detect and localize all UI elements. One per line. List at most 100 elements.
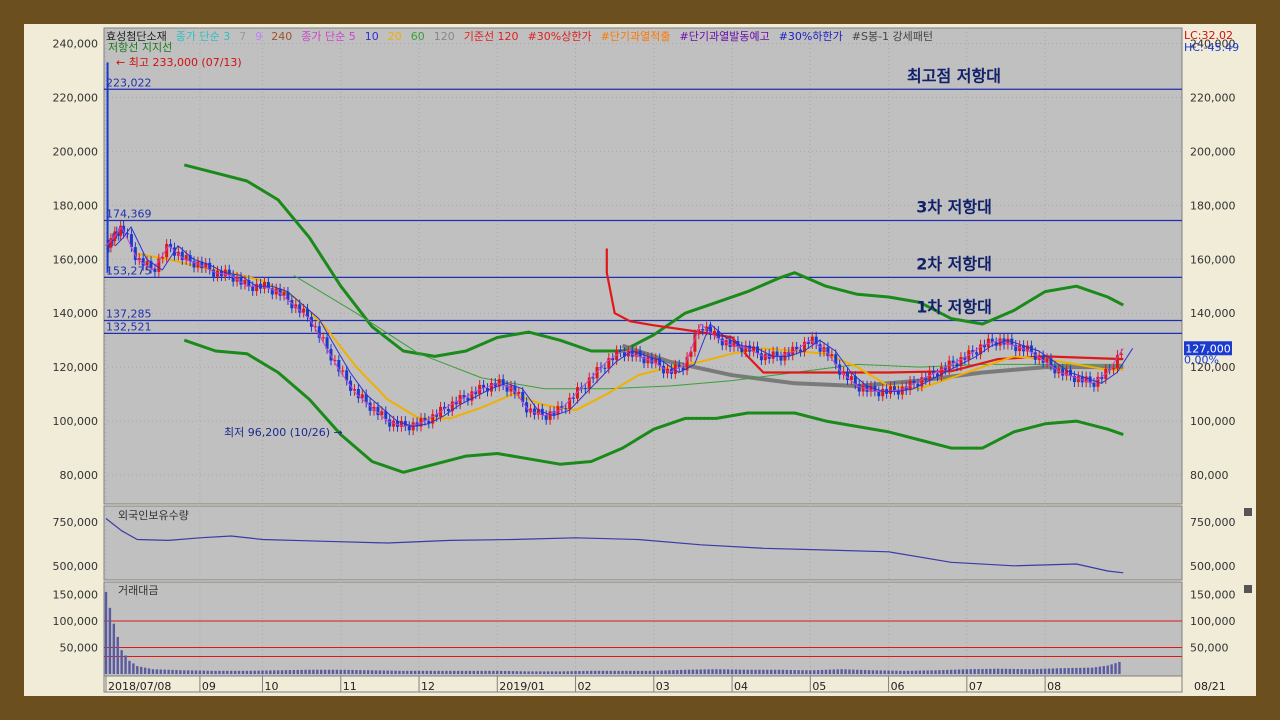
amount-bar xyxy=(672,670,675,674)
amount-bar xyxy=(226,670,229,674)
amount-bar xyxy=(914,670,918,674)
amount-bar xyxy=(664,670,667,674)
amount-bar xyxy=(511,671,515,674)
amount-bar xyxy=(781,669,785,674)
candle-body xyxy=(701,329,705,331)
amount-bar xyxy=(1032,669,1035,674)
amount-bar xyxy=(1016,669,1019,674)
amount-bar xyxy=(660,670,663,674)
candle-body xyxy=(161,257,165,259)
x-tick-label: 03 xyxy=(656,680,670,693)
candle-body xyxy=(227,269,231,276)
amount-bar xyxy=(969,669,972,674)
x-tick-label: 06 xyxy=(891,680,905,693)
amount-bar xyxy=(899,670,902,674)
panel-toggle-foreign[interactable] xyxy=(1244,508,1252,516)
resistance-annotation: 2차 저항대 xyxy=(916,254,992,273)
amount-bar xyxy=(895,670,898,674)
amount-bar xyxy=(1114,663,1117,674)
panel-toggle-amount[interactable] xyxy=(1244,585,1252,593)
amount-bar xyxy=(629,670,632,674)
y-tick-right: 160,000 xyxy=(1190,253,1236,266)
amount-bar xyxy=(981,668,984,674)
amount-bar xyxy=(1086,667,1090,674)
amount-bar xyxy=(942,670,945,674)
amount-y-tick-left: 100,000 xyxy=(53,615,99,628)
amount-bar xyxy=(445,670,448,674)
amount-bar xyxy=(953,669,957,674)
amount-bar xyxy=(852,669,855,674)
amount-bar xyxy=(425,670,429,674)
amount-bar xyxy=(805,670,808,674)
amount-bar xyxy=(339,669,342,674)
amount-bar xyxy=(265,670,268,674)
amount-bar xyxy=(488,670,491,674)
amount-bar xyxy=(206,670,209,674)
amount-bar xyxy=(280,670,284,674)
amount-bar xyxy=(550,671,554,674)
amount-bar xyxy=(695,669,699,674)
amount-bar xyxy=(754,669,757,674)
amount-bar xyxy=(977,669,980,674)
amount-bar xyxy=(480,670,483,674)
amount-bar xyxy=(359,670,362,674)
y-tick-right: 200,000 xyxy=(1190,145,1236,158)
amount-bar xyxy=(773,669,777,674)
amount-bar xyxy=(476,670,479,674)
amount-bar xyxy=(460,670,464,674)
amount-bar xyxy=(120,650,123,674)
amount-bar xyxy=(140,666,143,674)
amount-bar xyxy=(816,670,820,674)
amount-bar xyxy=(934,670,937,674)
amount-bar xyxy=(609,670,612,674)
amount-bar xyxy=(331,669,335,674)
amount-bar xyxy=(711,669,714,674)
resistance-value-label: 174,369 xyxy=(106,208,152,221)
candle-body xyxy=(771,351,775,359)
legend-item: #S봉-1 강세패턴 xyxy=(852,30,933,43)
amount-bar xyxy=(500,670,503,674)
amount-bar xyxy=(644,670,648,674)
amount-y-tick-right: 50,000 xyxy=(1190,642,1229,655)
amount-bar xyxy=(179,670,182,674)
amount-bar xyxy=(1094,667,1098,674)
amount-bar xyxy=(562,671,566,674)
candle-body xyxy=(603,367,607,369)
candle-body xyxy=(446,408,450,412)
amount-bar xyxy=(910,670,914,674)
amount-bar xyxy=(116,636,119,674)
amount-bar xyxy=(441,670,444,674)
amount-bar xyxy=(613,670,616,674)
amount-bar xyxy=(366,670,370,674)
amount-bar xyxy=(539,671,542,674)
amount-bar xyxy=(554,671,558,674)
amount-bar xyxy=(288,670,292,674)
candle-body xyxy=(266,282,270,289)
amount-bar xyxy=(813,670,816,674)
candle-body xyxy=(877,391,881,397)
amount-bar xyxy=(867,670,871,674)
amount-bar xyxy=(949,669,953,674)
amount-bar xyxy=(171,669,174,674)
amount-bar xyxy=(241,670,245,674)
amount-bar xyxy=(656,670,659,674)
amount-bar xyxy=(1110,664,1113,674)
amount-bar xyxy=(848,669,851,674)
amount-bar xyxy=(918,670,922,674)
foreign-panel-title: 외국인보유수량 xyxy=(118,509,189,522)
x-tick-label: 09 xyxy=(202,680,216,693)
amount-bar xyxy=(143,667,147,674)
amount-bar xyxy=(715,669,718,674)
x-tick-label: 05 xyxy=(812,680,826,693)
amount-bar xyxy=(261,670,264,674)
amount-bar xyxy=(253,670,256,674)
y-tick-right: 80,000 xyxy=(1190,469,1229,482)
amount-bar xyxy=(801,670,804,674)
amount-bar xyxy=(136,666,139,674)
amount-bar xyxy=(836,669,839,674)
amount-bar xyxy=(147,668,151,674)
amount-bar xyxy=(390,670,393,674)
amount-bar xyxy=(742,669,745,674)
support-label: 저항선 지지선 xyxy=(108,41,172,54)
amount-bar xyxy=(769,669,773,674)
